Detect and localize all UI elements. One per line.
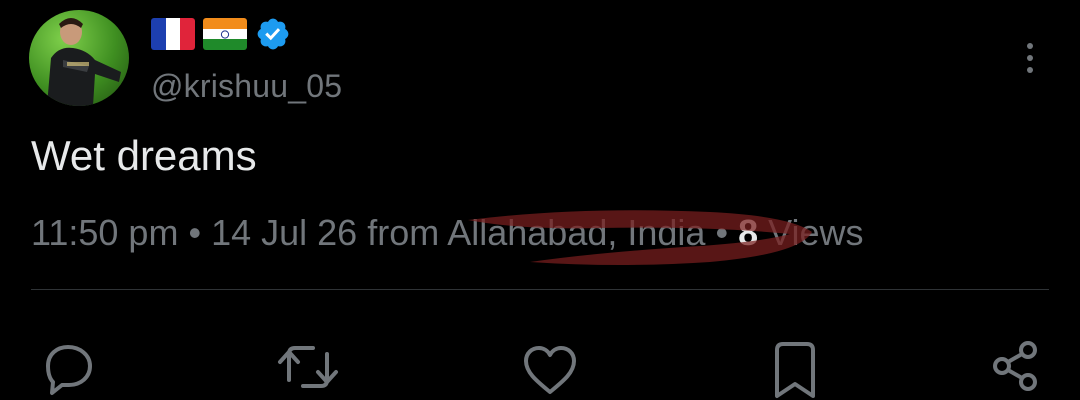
more-options-button[interactable] (1018, 38, 1042, 78)
source-prefix: from (367, 212, 440, 253)
views-label[interactable]: Views (768, 212, 863, 253)
like-button[interactable] (520, 340, 580, 400)
retweet-icon (278, 346, 338, 388)
user-handle[interactable]: @krishuu_05 (151, 68, 342, 105)
views-count[interactable]: 8 (738, 212, 758, 253)
reply-button[interactable] (38, 340, 98, 400)
india-flag-icon (203, 18, 247, 50)
meta-separator: • (188, 212, 202, 253)
heart-icon (524, 346, 576, 394)
reply-icon (46, 345, 92, 395)
divider (31, 289, 1049, 290)
retweet-button[interactable] (273, 340, 343, 400)
tweet-metadata: 11:50 pm • 14 Jul 26 from Allahabad, Ind… (31, 212, 864, 254)
share-icon (993, 341, 1037, 391)
meta-separator: • (715, 212, 729, 253)
avatar[interactable] (29, 10, 129, 106)
bookmark-icon (775, 342, 815, 398)
france-flag-icon (151, 18, 195, 50)
share-button[interactable] (988, 340, 1048, 400)
avatar-photo (47, 18, 121, 106)
tweet-date[interactable]: 14 Jul 26 (211, 212, 357, 253)
tweet-text: Wet dreams (31, 132, 257, 179)
bookmark-button[interactable] (765, 340, 825, 400)
tweet-time[interactable]: 11:50 pm (31, 212, 178, 253)
display-name[interactable] (151, 15, 291, 53)
more-vertical-icon (1027, 43, 1033, 73)
tweet-location: Allahabad, India (447, 212, 706, 253)
verified-badge-icon (257, 18, 289, 50)
